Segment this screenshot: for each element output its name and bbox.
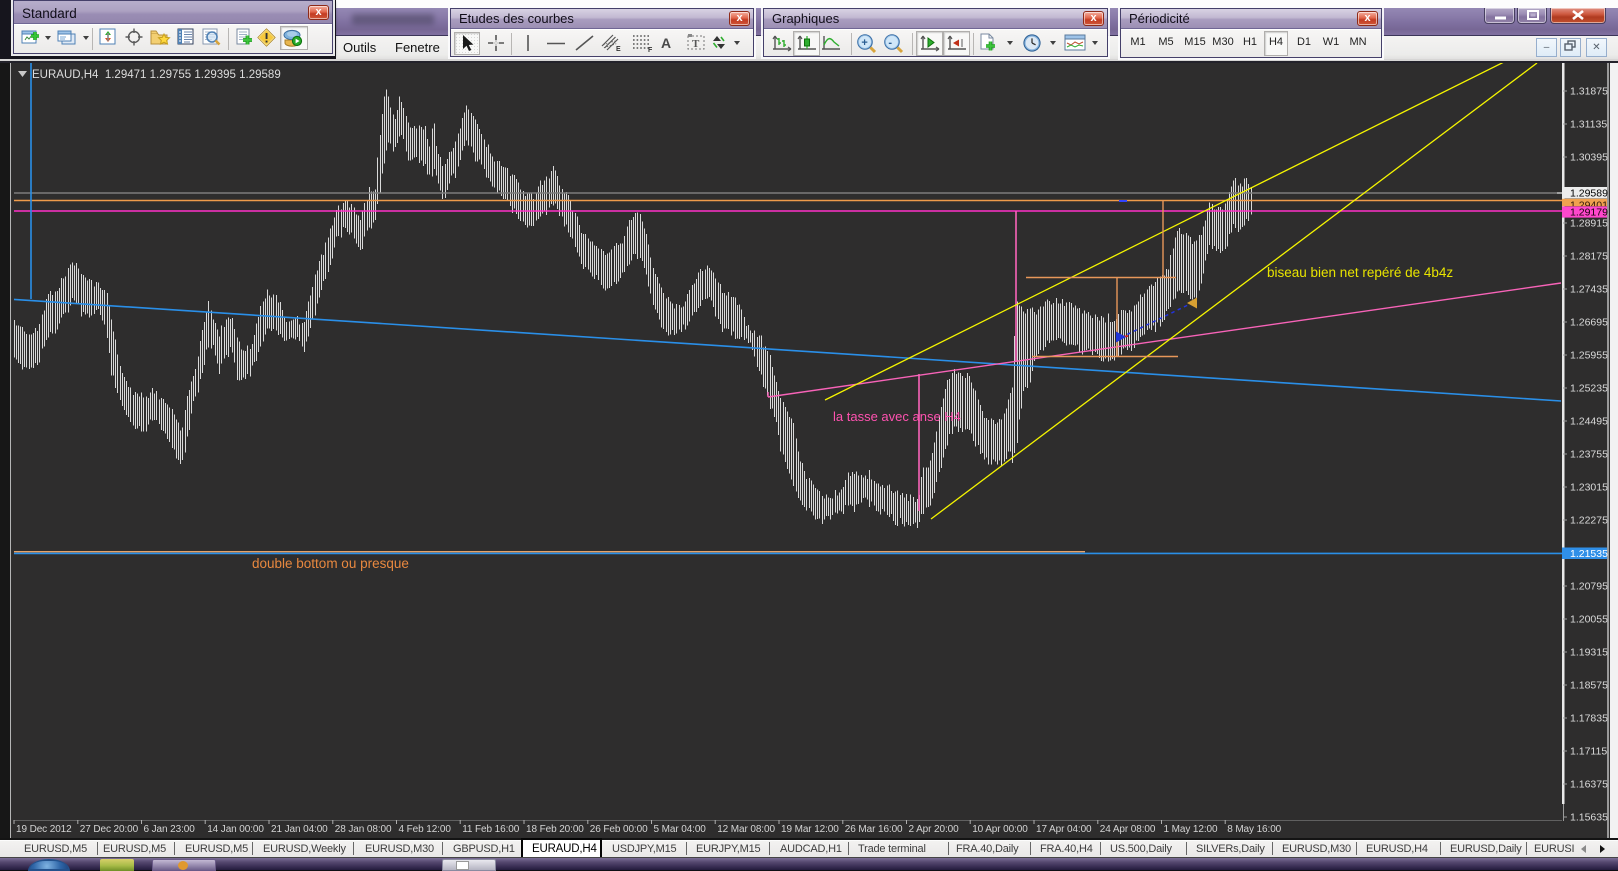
svg-text:1.15635: 1.15635: [1570, 812, 1608, 824]
svg-text:1.28915: 1.28915: [1570, 218, 1608, 230]
svg-text:6 Jan 23:00: 6 Jan 23:00: [144, 824, 196, 835]
svg-text:1.20055: 1.20055: [1570, 614, 1608, 626]
svg-text:1.19315: 1.19315: [1570, 647, 1608, 659]
svg-text:1.21535: 1.21535: [1570, 548, 1608, 560]
svg-text:1.24495: 1.24495: [1570, 416, 1608, 428]
svg-text:27 Dec 20:00: 27 Dec 20:00: [80, 824, 139, 835]
svg-text:19 Dec 2012: 19 Dec 2012: [16, 824, 72, 835]
svg-text:E: E: [616, 46, 621, 53]
svg-text:1.23755: 1.23755: [1570, 449, 1608, 461]
svg-text:11 Feb 16:00: 11 Feb 16:00: [462, 824, 520, 835]
svg-text:1.27435: 1.27435: [1570, 284, 1608, 296]
svg-text:T: T: [692, 38, 700, 50]
svg-text:1.28175: 1.28175: [1570, 251, 1608, 263]
svg-text:double bottom ou presque: double bottom ou presque: [252, 556, 409, 571]
svg-text:19 Mar 12:00: 19 Mar 12:00: [781, 824, 839, 835]
svg-text:1.22275: 1.22275: [1570, 515, 1608, 527]
svg-text:1.17835: 1.17835: [1570, 713, 1608, 725]
svg-text:1.31135: 1.31135: [1570, 119, 1607, 131]
svg-text:-: -: [888, 37, 892, 49]
svg-text:1.31875: 1.31875: [1570, 86, 1608, 98]
svg-text:1.16375: 1.16375: [1570, 779, 1608, 791]
svg-text:+: +: [861, 37, 867, 49]
svg-text:1 May 12:00: 1 May 12:00: [1164, 824, 1218, 835]
svg-text:la tasse avec anse H4: la tasse avec anse H4: [833, 409, 961, 424]
svg-text:10 Apr 00:00: 10 Apr 00:00: [972, 824, 1028, 835]
svg-text:4 Feb 12:00: 4 Feb 12:00: [399, 824, 452, 835]
svg-text:1.29589: 1.29589: [1570, 188, 1608, 200]
svg-text:1.23015: 1.23015: [1570, 482, 1608, 494]
svg-text:12 Mar 08:00: 12 Mar 08:00: [717, 824, 775, 835]
svg-text:18 Feb 20:00: 18 Feb 20:00: [526, 824, 584, 835]
svg-text:1.17115: 1.17115: [1570, 746, 1607, 758]
svg-text:F: F: [648, 47, 653, 53]
svg-text:21 Jan 04:00: 21 Jan 04:00: [271, 824, 328, 835]
svg-text:26 Feb 00:00: 26 Feb 00:00: [590, 824, 648, 835]
svg-text:1.25955: 1.25955: [1570, 350, 1608, 362]
svg-text:5 Mar 04:00: 5 Mar 04:00: [654, 824, 707, 835]
svg-text:1.29179: 1.29179: [1570, 207, 1608, 219]
svg-text:26 Mar 16:00: 26 Mar 16:00: [845, 824, 903, 835]
svg-text:1.26695: 1.26695: [1570, 317, 1608, 329]
svg-text:biseau bien net repéré de 4b4z: biseau bien net repéré de 4b4z: [1267, 265, 1453, 280]
svg-text:1.18575: 1.18575: [1570, 680, 1608, 692]
svg-text:2 Apr 20:00: 2 Apr 20:00: [909, 824, 960, 835]
svg-text:1.20795: 1.20795: [1570, 581, 1608, 593]
svg-text:24 Apr 08:00: 24 Apr 08:00: [1100, 824, 1156, 835]
svg-text:8 May 16:00: 8 May 16:00: [1227, 824, 1281, 835]
svg-text:28 Jan 08:00: 28 Jan 08:00: [335, 824, 392, 835]
svg-text:1.30395: 1.30395: [1570, 152, 1608, 164]
svg-text:17 Apr 04:00: 17 Apr 04:00: [1036, 824, 1092, 835]
svg-text:EURAUD,H4 1.29471 1.29755 1.2: EURAUD,H4 1.29471 1.29755 1.29395 1.2958…: [32, 69, 281, 81]
svg-text:14 Jan 00:00: 14 Jan 00:00: [207, 824, 264, 835]
svg-text:1.25235: 1.25235: [1570, 383, 1608, 395]
